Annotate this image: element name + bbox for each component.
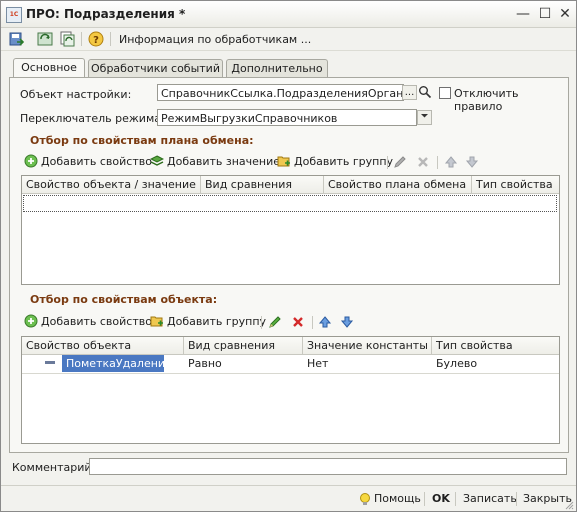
add-group-button[interactable]: Добавить группу — [277, 154, 393, 168]
arrow-up-icon[interactable] — [318, 315, 332, 329]
disable-rule-label: Отключить правило — [454, 87, 519, 113]
edit-icon[interactable] — [268, 315, 282, 329]
add-green-icon — [24, 154, 38, 168]
folder-add-icon — [150, 316, 163, 327]
help-icon[interactable]: ? — [88, 31, 104, 47]
separator — [516, 492, 517, 506]
cell-property[interactable]: ПометкаУдаления — [62, 355, 164, 372]
save-button[interactable]: Записать — [463, 492, 517, 505]
resize-grip-icon[interactable] — [564, 500, 574, 510]
close-window-button[interactable]: ✕ — [556, 5, 574, 23]
toolbar-separator — [261, 316, 262, 329]
column-header[interactable]: Тип свойства — [432, 337, 559, 354]
title-bar: 1C ПРО: Подразделения * — ☐ ✕ — [1, 1, 576, 28]
arrow-up-icon[interactable] — [444, 155, 458, 169]
tab-additional[interactable]: Дополнительно — [226, 59, 328, 77]
column-header[interactable]: Свойство плана обмена — [324, 176, 472, 193]
cell-comparison[interactable]: Равно — [184, 355, 303, 372]
exchange-filter-title: Отбор по свойствам плана обмена: — [30, 134, 254, 147]
column-header[interactable]: Тип свойства — [472, 176, 559, 193]
svg-text:?: ? — [93, 35, 99, 46]
add-group-label: Добавить группу — [294, 154, 394, 168]
delete-icon[interactable] — [291, 315, 305, 329]
toolbar-separator — [437, 156, 438, 169]
column-header[interactable]: Значение константы — [303, 337, 432, 354]
object-filter-title: Отбор по свойствам объекта: — [30, 293, 218, 306]
column-header[interactable]: Вид сравнения — [201, 176, 324, 193]
cell-value[interactable]: Нет — [303, 355, 432, 372]
folder-add-icon — [277, 156, 290, 167]
ok-button[interactable]: OK — [432, 492, 450, 505]
mode-switch-label: Переключатель режима: — [20, 112, 165, 125]
object-setting-field[interactable]: СправочникСсылка.ПодразделенияОрганизаци… — [157, 84, 404, 101]
tab-event-handlers[interactable]: Обработчики событий — [88, 59, 223, 77]
chevron-down-icon — [421, 114, 428, 118]
empty-row-focus[interactable] — [23, 195, 557, 212]
separator — [424, 492, 425, 506]
mode-dropdown-button[interactable] — [417, 110, 432, 125]
add-value-label: Добавить значение — [167, 154, 281, 168]
column-header[interactable]: Вид сравнения — [184, 337, 303, 354]
table-header: Свойство объекта / значение ко... Вид ср… — [22, 176, 559, 194]
property-item-icon — [45, 361, 55, 364]
add-value-button[interactable]: Добавить значение — [150, 154, 280, 168]
help-bulb-icon — [360, 493, 370, 505]
minimize-button[interactable]: — — [514, 5, 532, 23]
column-header[interactable]: Свойство объекта / значение ко... — [22, 176, 201, 193]
separator — [455, 492, 456, 506]
toolbar-separator — [312, 316, 313, 329]
main-window: 1C ПРО: Подразделения * — ☐ ✕ ? Информац… — [0, 0, 577, 512]
disable-rule-checkbox[interactable] — [439, 87, 451, 99]
add-group-button[interactable]: Добавить группу — [150, 314, 266, 328]
window-title: ПРО: Подразделения * — [26, 7, 186, 21]
toolbar: ? Информация по обработчикам ... — [1, 28, 576, 51]
comment-field[interactable] — [89, 458, 567, 475]
object-select-button[interactable]: ... — [402, 85, 417, 100]
bottom-command-bar: Помощь OK Записать Закрыть — [1, 485, 576, 512]
exchange-filter-table[interactable]: Свойство объекта / значение ко... Вид ср… — [21, 175, 560, 285]
app-icon: 1C — [6, 7, 22, 23]
comment-label: Комментарий: — [12, 461, 96, 474]
add-green-icon — [24, 314, 38, 328]
tab-panel-main: Объект настройки: СправочникСсылка.Подра… — [9, 77, 569, 453]
maximize-button[interactable]: ☐ — [536, 5, 554, 23]
arrow-down-icon[interactable] — [340, 315, 354, 329]
copy-refresh-icon[interactable] — [59, 31, 75, 47]
save-close-icon[interactable] — [8, 31, 24, 47]
add-property-button[interactable]: Добавить свойство — [24, 154, 152, 168]
refresh-icon[interactable] — [37, 31, 53, 47]
add-property-label: Добавить свойство — [41, 314, 152, 328]
table-header: Свойство объекта Вид сравнения Значение … — [22, 337, 559, 355]
cell-type[interactable]: Булево — [432, 355, 559, 372]
layers-icon — [150, 155, 164, 166]
delete-icon[interactable] — [416, 155, 430, 169]
mode-switch-field[interactable]: РежимВыгрузкиСправочников — [157, 109, 417, 126]
object-filter-table[interactable]: Свойство объекта Вид сравнения Значение … — [21, 336, 560, 444]
tab-main[interactable]: Основное — [13, 58, 85, 77]
search-icon[interactable] — [418, 85, 432, 99]
toolbar-separator — [81, 32, 82, 46]
column-header[interactable]: Свойство объекта — [22, 337, 184, 354]
toolbar-separator — [387, 156, 388, 169]
add-group-label: Добавить группу — [167, 314, 267, 328]
add-property-label: Добавить свойство — [41, 154, 152, 168]
table-row[interactable]: ПометкаУдаления Равно Нет Булево — [22, 355, 559, 374]
help-button[interactable]: Помощь — [374, 492, 421, 505]
edit-icon[interactable] — [393, 155, 407, 169]
arrow-down-icon[interactable] — [465, 155, 479, 169]
handlers-info-button[interactable]: Информация по обработчикам ... — [119, 33, 311, 46]
toolbar-separator — [110, 32, 111, 46]
object-setting-label: Объект настройки: — [20, 88, 132, 101]
add-property-button[interactable]: Добавить свойство — [24, 314, 152, 328]
